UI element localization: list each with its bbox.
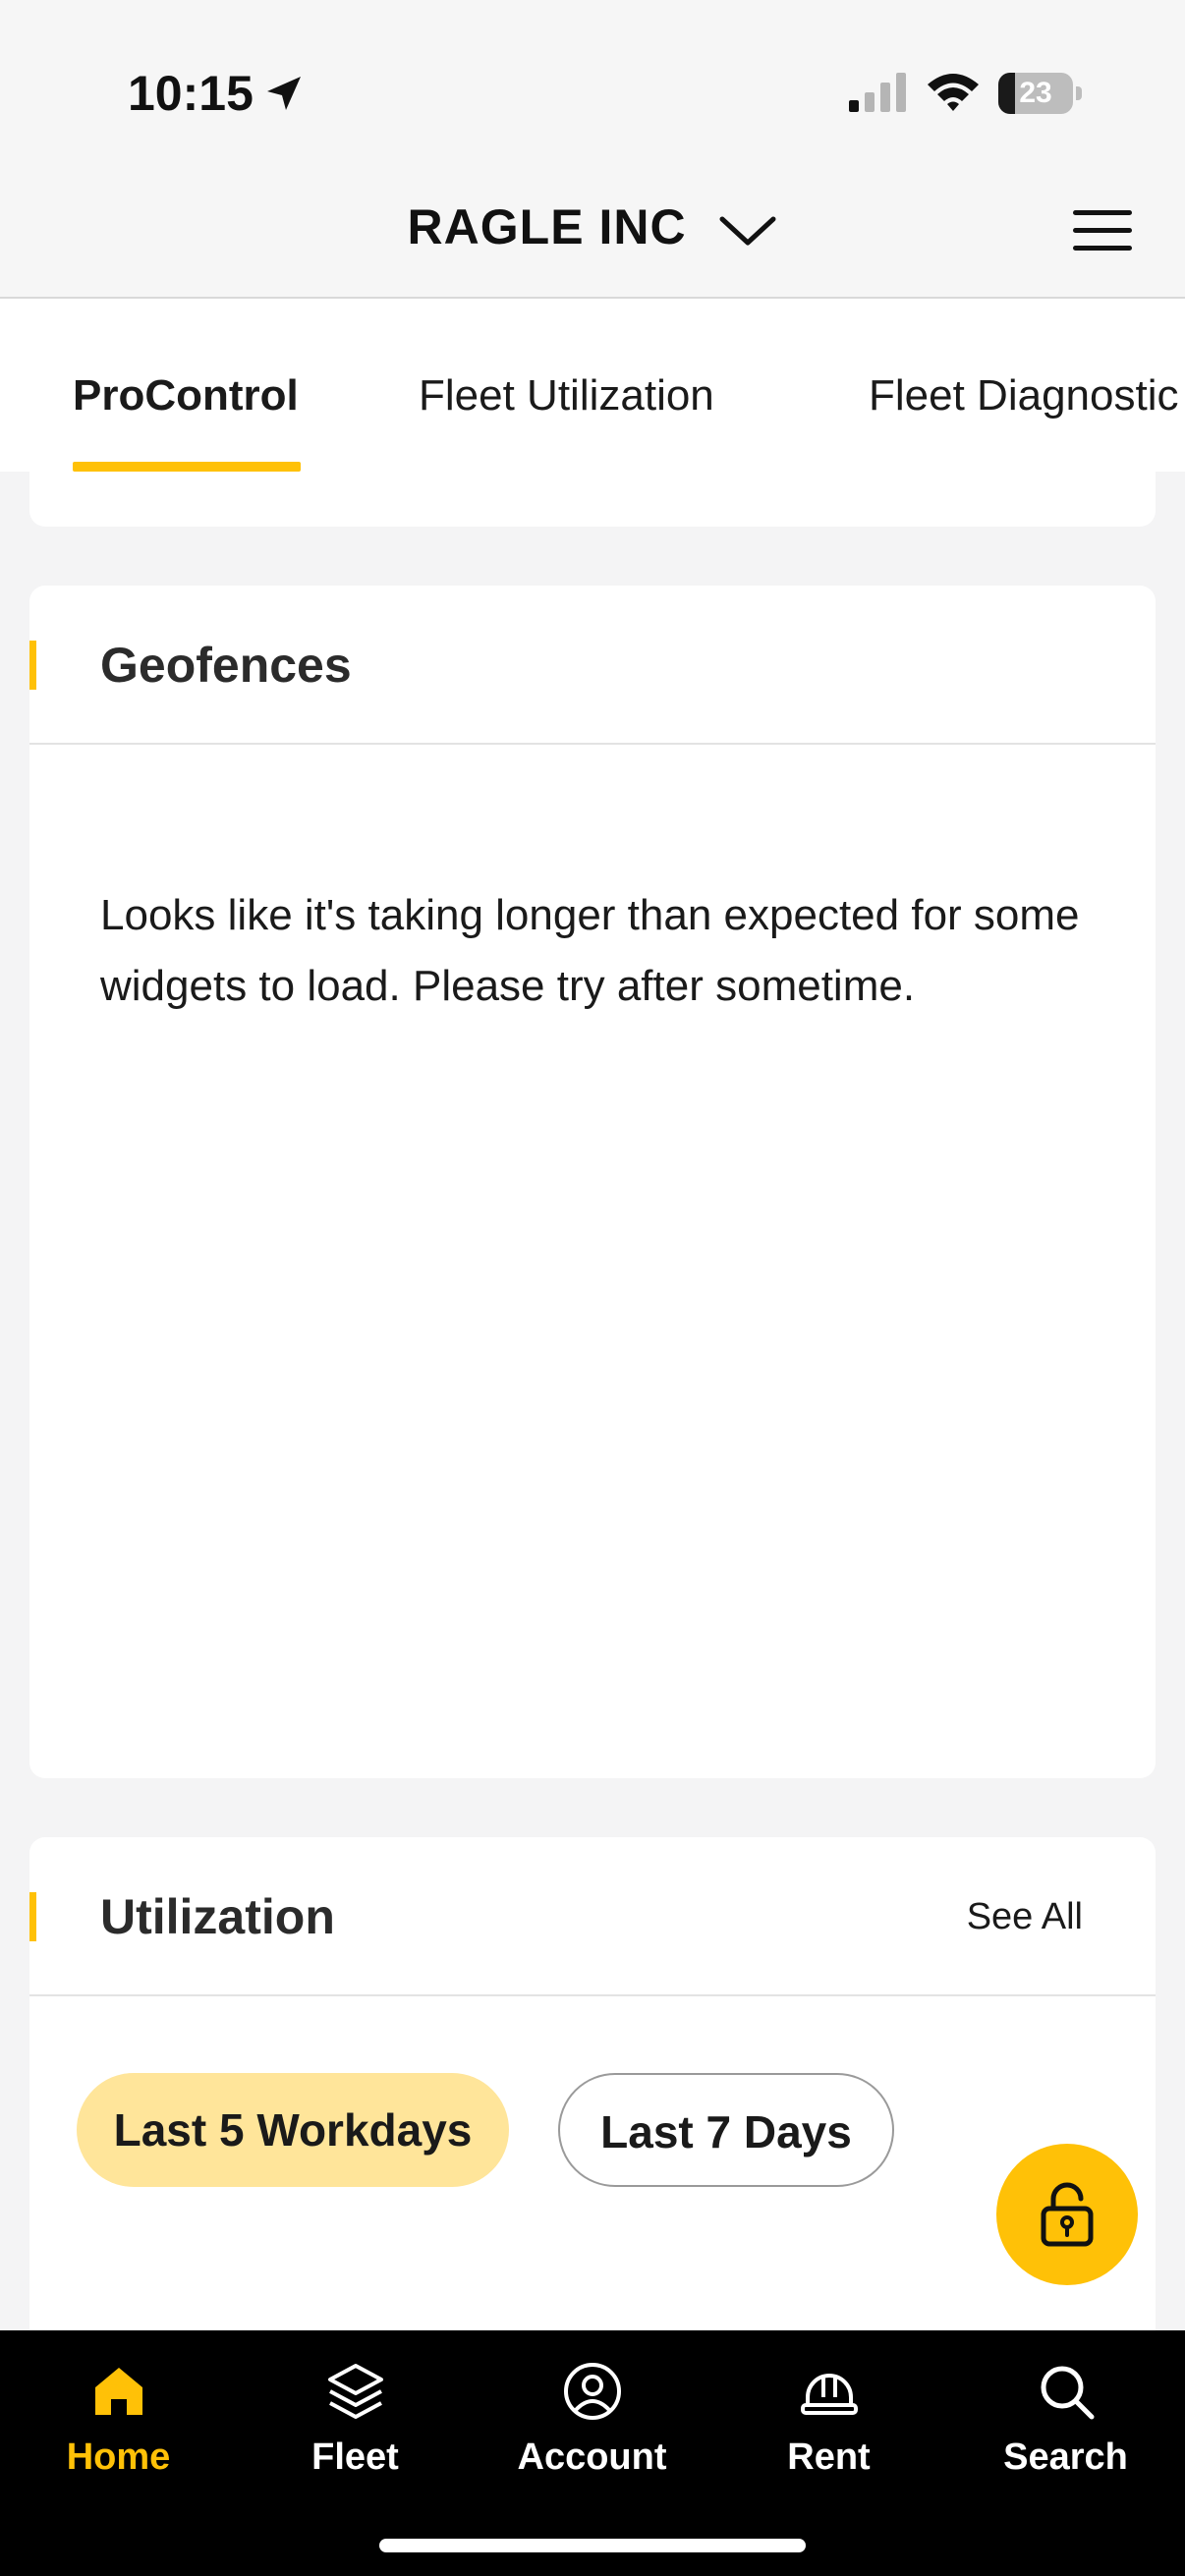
accent-bar <box>29 1892 36 1941</box>
filter-chip-last-5-workdays[interactable]: Last 5 Workdays <box>77 2073 509 2187</box>
wifi-icon <box>928 74 979 111</box>
home-indicator <box>379 2539 806 2552</box>
loading-timeout-message: Looks like it's taking longer than expec… <box>100 891 1080 1010</box>
unlock-icon <box>1041 2182 1094 2247</box>
utilization-card: Utilization See All Last 5 Workdays Last… <box>29 1837 1156 2387</box>
card-header: Utilization See All <box>29 1837 1156 1996</box>
filter-chip-last-7-days[interactable]: Last 7 Days <box>558 2073 894 2187</box>
hardhat-icon <box>800 2374 858 2415</box>
nav-rent[interactable]: Rent <box>710 2360 947 2479</box>
nav-search[interactable]: Search <box>947 2360 1184 2479</box>
account-icon <box>563 2363 621 2420</box>
nav-label: Home <box>66 2436 171 2478</box>
cellular-signal-icon <box>849 73 906 112</box>
company-switcher[interactable]: RAGLE INC <box>0 198 1185 255</box>
geofences-card: Geofences Looks like it's taking longer … <box>29 586 1156 1778</box>
nav-label: Search <box>1003 2436 1128 2478</box>
status-bar: 10:15 23 <box>0 0 1185 167</box>
status-time: 10:15 <box>128 66 254 121</box>
nav-home[interactable]: Home <box>0 2360 237 2479</box>
accent-bar <box>29 641 36 690</box>
chevron-down-icon <box>719 216 776 246</box>
active-tab-indicator <box>73 462 301 472</box>
nav-label: Rent <box>787 2436 871 2478</box>
layers-icon <box>327 2364 383 2419</box>
tab-bar: ProControl Fleet Utilization Fleet Diagn… <box>0 299 1185 472</box>
battery-icon: 23 <box>998 73 1083 116</box>
location-arrow-icon <box>267 77 301 110</box>
unlock-fab-button[interactable] <box>996 2144 1138 2285</box>
app-header: RAGLE INC <box>0 167 1185 299</box>
search-icon <box>1041 2366 1094 2420</box>
bottom-navigation: Home Fleet Account Rent Search <box>0 2330 1185 2576</box>
nav-label: Fleet <box>311 2436 399 2478</box>
see-all-link[interactable]: See All <box>967 1896 1083 1938</box>
nav-fleet[interactable]: Fleet <box>237 2360 474 2479</box>
card-title: Utilization <box>100 1889 335 1944</box>
nav-account[interactable]: Account <box>474 2360 710 2479</box>
battery-level: 23 <box>1019 77 1052 109</box>
company-name: RAGLE INC <box>407 199 687 254</box>
tab-procontrol[interactable]: ProControl <box>73 371 299 420</box>
nav-label: Account <box>517 2436 667 2478</box>
hamburger-menu-icon[interactable] <box>1071 208 1134 253</box>
card-header: Geofences <box>29 586 1156 745</box>
previous-card-bottom <box>29 472 1156 527</box>
card-title: Geofences <box>100 638 352 693</box>
home-icon <box>94 2368 142 2415</box>
tab-fleet-diagnostic[interactable]: Fleet Diagnostic <box>869 371 1178 420</box>
tab-fleet-utilization[interactable]: Fleet Utilization <box>419 371 714 420</box>
